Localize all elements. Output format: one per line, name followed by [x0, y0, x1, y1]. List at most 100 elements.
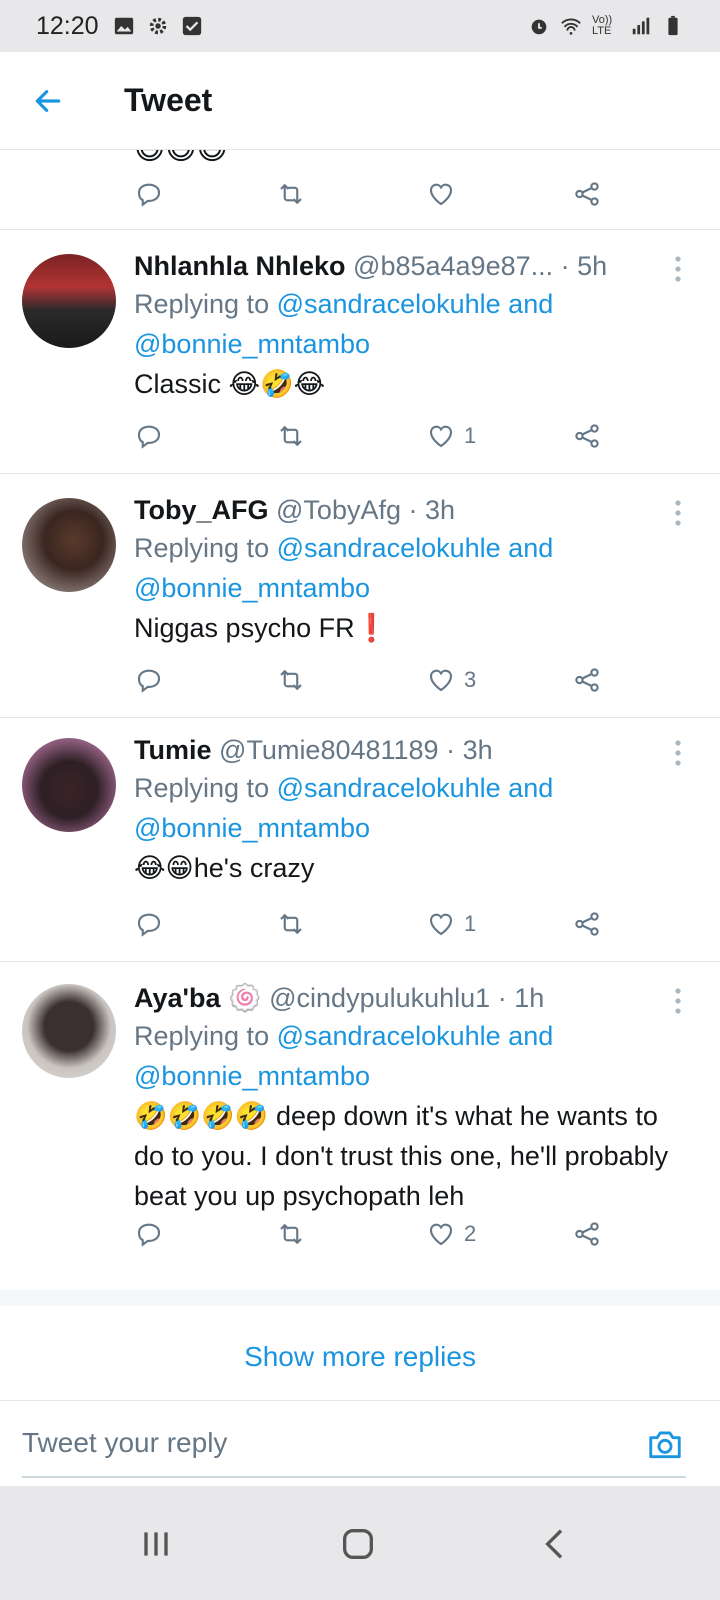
- display-name[interactable]: Nhlanhla Nhleko: [134, 251, 346, 281]
- tweet-reply[interactable]: Tumie @Tumie80481189 · 3h Replying to @s…: [0, 718, 720, 962]
- like-count: 1: [464, 911, 477, 936]
- user-handle[interactable]: @cindypulukuhlu1: [269, 983, 490, 1013]
- gallery-icon: [114, 17, 133, 35]
- tweet-reply[interactable]: Aya'ba 🍥 @cindypulukuhlu1 · 1h Replying …: [0, 962, 720, 1290]
- tweet-text: 😂😁he's crazy: [134, 853, 315, 883]
- mention-link[interactable]: @bonnie_mntambo: [134, 813, 370, 843]
- reply-button[interactable]: [134, 179, 164, 209]
- name-emoji: 🍥: [227, 983, 262, 1013]
- replying-to: Replying to @sandracelokuhle and @bonnie…: [134, 1021, 554, 1091]
- share-icon: [575, 668, 599, 692]
- reply-button[interactable]: [134, 1219, 164, 1249]
- retweet-icon: [280, 913, 302, 935]
- mention-link[interactable]: @sandracelokuhle: [277, 289, 501, 319]
- lte-label: Vo)) LTE: [592, 14, 613, 37]
- display-name[interactable]: Tumie: [134, 735, 212, 765]
- reply-icon: [137, 183, 161, 207]
- tweet-reply[interactable]: Nhlanhla Nhleko @b85a4a9e87... · 5h Repl…: [0, 230, 720, 474]
- reply-input[interactable]: Tweet your reply: [22, 1427, 227, 1459]
- tweet-text: Classic 😂🤣😂: [134, 369, 326, 399]
- timestamp: 5h: [577, 251, 608, 281]
- user-handle[interactable]: @TobyAfg: [276, 495, 401, 525]
- reply-button[interactable]: [134, 421, 164, 451]
- reply-icon: [137, 425, 161, 449]
- share-button[interactable]: [572, 179, 602, 209]
- tweet-text: Niggas psycho FR❗: [134, 613, 389, 643]
- share-icon: [575, 182, 599, 206]
- show-more-replies-button[interactable]: Show more replies: [0, 1306, 720, 1408]
- heart-icon: [429, 425, 453, 448]
- replying-to: Replying to @sandracelokuhle and @bonnie…: [134, 289, 554, 359]
- share-button[interactable]: [572, 909, 602, 939]
- timestamp: 1h: [514, 983, 545, 1013]
- input-underline: [22, 1476, 686, 1478]
- home-icon[interactable]: [338, 1524, 378, 1564]
- retweet-icon: [280, 183, 302, 205]
- retweet-button[interactable]: [276, 421, 306, 451]
- retweet-button[interactable]: [276, 909, 306, 939]
- alarm-icon: [531, 19, 547, 35]
- camera-icon[interactable]: [646, 1425, 684, 1463]
- mention-link[interactable]: @sandracelokuhle: [277, 773, 501, 803]
- like-button[interactable]: [426, 179, 456, 209]
- retweet-button[interactable]: [276, 1219, 306, 1249]
- share-button[interactable]: [572, 1219, 602, 1249]
- retweet-icon: [280, 1223, 302, 1245]
- back-button[interactable]: [18, 71, 78, 131]
- page-title: Tweet: [124, 82, 213, 118]
- timestamp: 3h: [462, 735, 493, 765]
- retweet-button[interactable]: [276, 179, 306, 209]
- arrow-left-icon: [35, 89, 61, 112]
- mention-link[interactable]: @bonnie_mntambo: [134, 573, 370, 603]
- back-nav-icon[interactable]: [536, 1524, 576, 1564]
- reply-button[interactable]: [134, 909, 164, 939]
- like-button[interactable]: 1: [426, 421, 476, 451]
- display-name[interactable]: Aya'ba: [134, 983, 220, 1013]
- timestamp: 3h: [425, 495, 456, 525]
- like-count: 1: [464, 423, 477, 448]
- previous-tweet-emoji: 😅😅😅: [134, 150, 228, 167]
- share-button[interactable]: [572, 665, 602, 695]
- like-count: 3: [464, 667, 477, 692]
- tweet-text: 🤣🤣🤣🤣 deep down it's what he wants to do …: [134, 1101, 669, 1211]
- retweet-icon: [280, 425, 302, 447]
- reply-icon: [137, 1223, 161, 1247]
- tweet-actions: [134, 174, 720, 214]
- mention-link[interactable]: @bonnie_mntambo: [134, 329, 370, 359]
- tweet-header: Tumie @Tumie80481189 · 3h: [134, 735, 493, 765]
- display-name[interactable]: Toby_AFG: [134, 495, 269, 525]
- previous-tweet: 😅😅😅: [0, 150, 720, 230]
- avatar[interactable]: [22, 984, 116, 1078]
- status-time: 12:20: [36, 11, 99, 40]
- settings-icon: [149, 17, 166, 35]
- section-divider: [0, 1290, 720, 1306]
- avatar[interactable]: [22, 254, 116, 348]
- tweet-actions: 3: [134, 660, 720, 700]
- replying-to: Replying to @sandracelokuhle and @bonnie…: [134, 773, 554, 843]
- avatar[interactable]: [22, 738, 116, 832]
- tweet-header: Nhlanhla Nhleko @b85a4a9e87... · 5h: [134, 251, 608, 281]
- mention-link[interactable]: @bonnie_mntambo: [134, 1061, 370, 1091]
- retweet-button[interactable]: [276, 665, 306, 695]
- retweet-icon: [280, 669, 302, 691]
- like-button[interactable]: 3: [426, 665, 476, 695]
- wifi-icon: [561, 18, 581, 35]
- like-button[interactable]: 1: [426, 909, 476, 939]
- user-handle[interactable]: @Tumie80481189: [219, 735, 439, 765]
- tweet-actions: 1: [134, 416, 720, 456]
- tweet-reply[interactable]: Toby_AFG @TobyAfg · 3h Replying to @sand…: [0, 474, 720, 718]
- signal-icon: [632, 17, 650, 35]
- tweet-actions: 2: [134, 1214, 720, 1254]
- app-header: Tweet: [0, 52, 720, 150]
- mention-link[interactable]: @sandracelokuhle: [277, 533, 501, 563]
- avatar[interactable]: [22, 498, 116, 592]
- replies-feed: 😅😅😅 Nhlanhla Nhleko @b85a4a9e87... · 5h …: [0, 150, 720, 1408]
- heart-icon: [429, 913, 453, 936]
- share-button[interactable]: [572, 421, 602, 451]
- user-handle[interactable]: @b85a4a9e87...: [353, 251, 553, 281]
- reply-button[interactable]: [134, 665, 164, 695]
- recent-apps-icon[interactable]: [136, 1524, 176, 1564]
- mention-link[interactable]: @sandracelokuhle: [277, 1021, 501, 1051]
- like-button[interactable]: 2: [426, 1219, 476, 1249]
- heart-icon: [429, 1223, 453, 1246]
